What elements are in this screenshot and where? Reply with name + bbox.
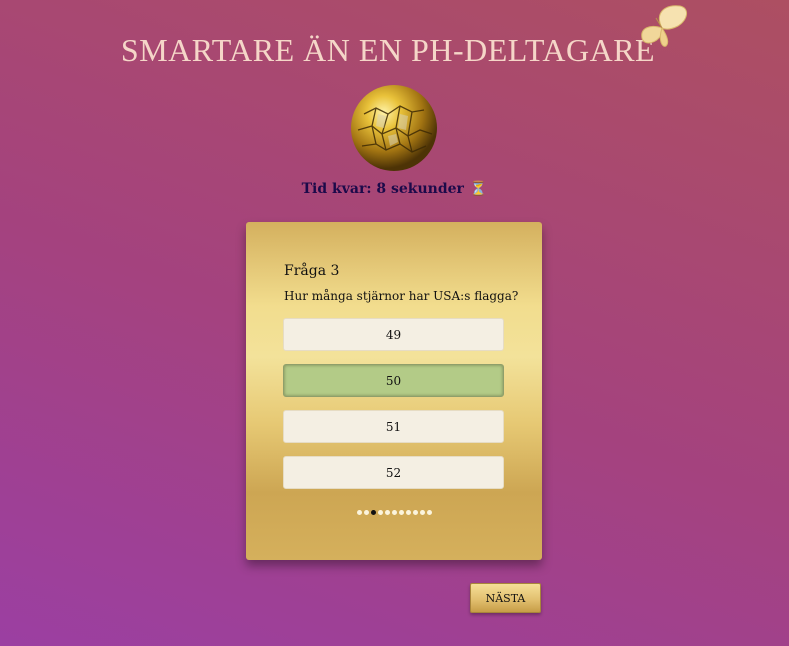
progress-dot — [412, 510, 418, 515]
progress-dots — [246, 510, 542, 515]
progress-dot — [370, 510, 376, 515]
question-text: Hur många stjärnor har USA:s flagga? — [284, 289, 519, 303]
timer-label: Tid kvar: 8 sekunder — [301, 181, 464, 197]
answer-option-4[interactable]: 52 — [283, 456, 504, 489]
progress-dot — [405, 510, 411, 515]
progress-dot — [377, 510, 383, 515]
progress-dot — [398, 510, 404, 515]
progress-dot — [419, 510, 425, 515]
progress-dot — [363, 510, 369, 515]
golden-orb-icon — [351, 85, 437, 171]
time-remaining: Tid kvar: 8 sekunder ⏳ — [0, 181, 789, 197]
question-number: Fråga 3 — [284, 263, 340, 279]
progress-dot — [384, 510, 390, 515]
progress-dot — [426, 510, 432, 515]
question-card: Fråga 3 Hur många stjärnor har USA:s fla… — [246, 222, 542, 560]
answer-option-1[interactable]: 49 — [283, 318, 504, 351]
next-button[interactable]: NÄSTA — [470, 583, 541, 613]
hourglass-icon: ⏳ — [469, 181, 488, 197]
progress-dot — [391, 510, 397, 515]
progress-dot — [356, 510, 362, 515]
butterfly-icon — [641, 5, 687, 47]
answer-option-3[interactable]: 51 — [283, 410, 504, 443]
answer-option-2[interactable]: 50 — [283, 364, 504, 397]
